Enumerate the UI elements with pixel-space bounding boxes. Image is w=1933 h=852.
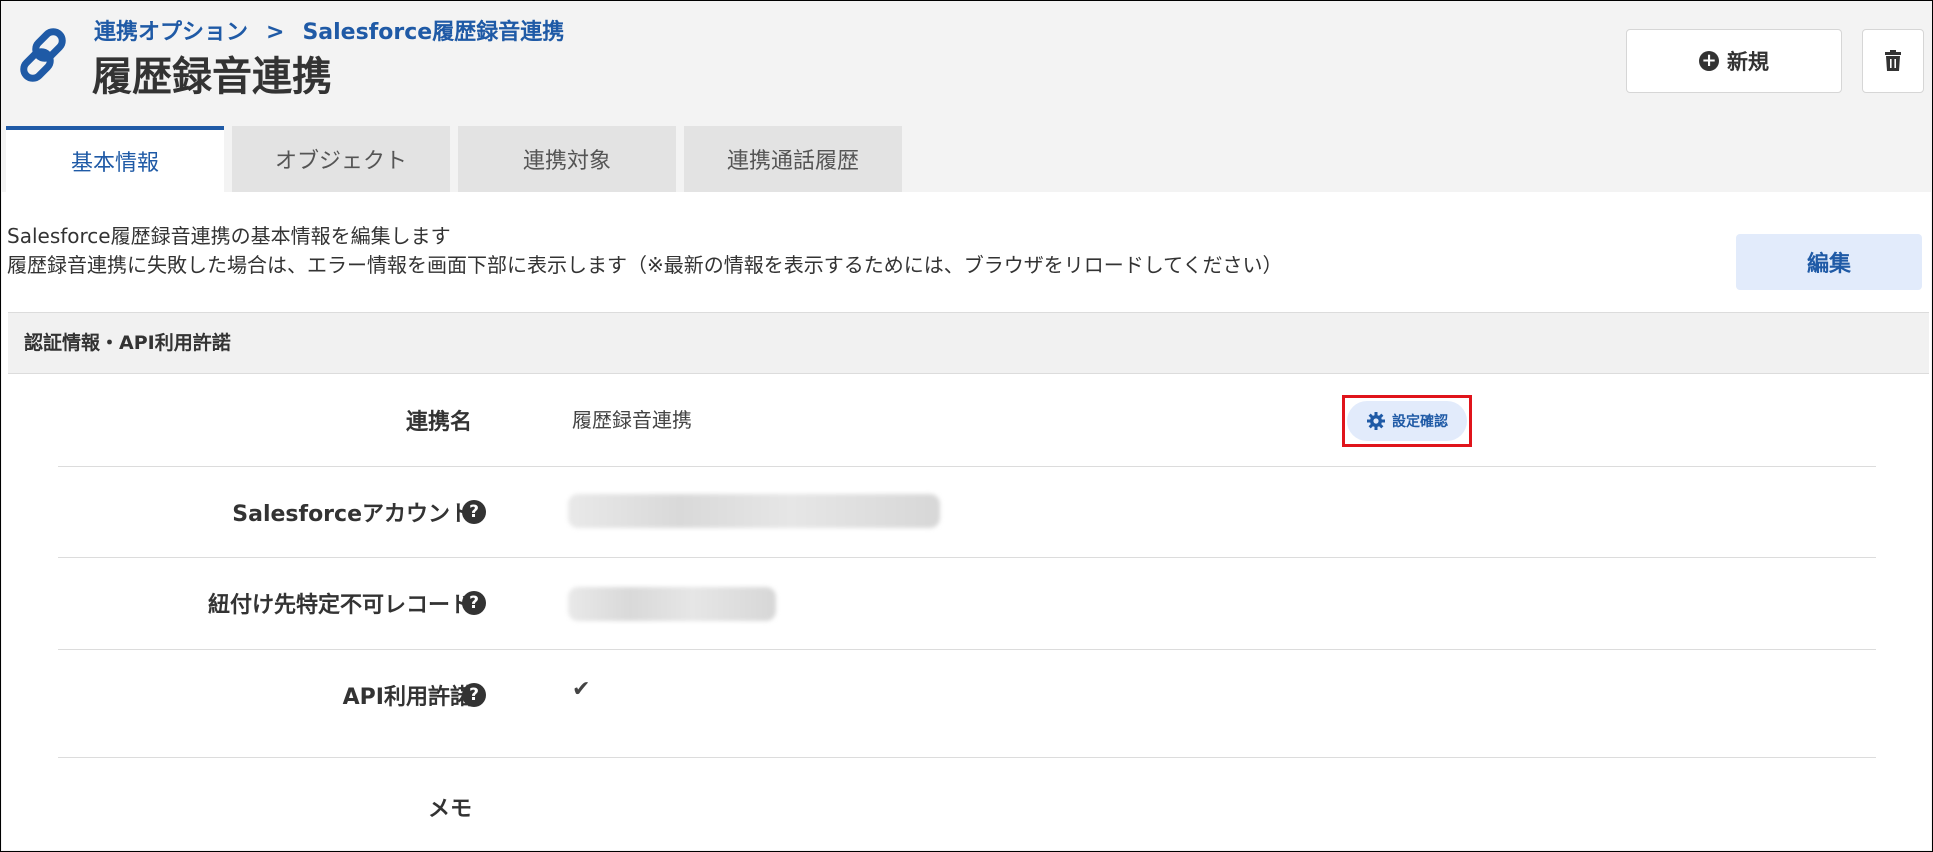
field-row-unlinked-record: 紐付け先特定不可レコード ? (58, 557, 1876, 650)
edit-button[interactable]: 編集 (1736, 234, 1922, 290)
field-row-salesforce-account: Salesforceアカウント ? (58, 466, 1876, 558)
description-line-2: 履歴録音連携に失敗した場合は、エラー情報を画面下部に表示します（※最新の情報を表… (7, 253, 1283, 277)
breadcrumb-parent-link[interactable]: 連携オプション (94, 20, 248, 45)
field-label: Salesforceアカウント (232, 502, 472, 527)
new-button-label: 新規 (1727, 50, 1769, 74)
check-icon: ✔ (572, 677, 591, 702)
question-circle-icon[interactable]: ? (462, 683, 486, 707)
tab-object[interactable]: オブジェクト (232, 126, 450, 192)
breadcrumb: 連携オプション > Salesforce履歴録音連携 (94, 14, 564, 46)
question-circle-icon[interactable]: ? (462, 591, 486, 615)
settings-confirm-label: 設定確認 (1392, 414, 1448, 430)
redacted-value (568, 494, 940, 528)
tab-basic-info[interactable]: 基本情報 (6, 126, 224, 192)
section-header: 認証情報・API利用許諾 (8, 312, 1929, 374)
delete-button[interactable] (1862, 29, 1924, 93)
redacted-value (568, 587, 776, 621)
page-title: 履歴録音連携 (92, 54, 332, 100)
settings-confirm-button[interactable]: 設定確認 (1347, 401, 1467, 441)
tab-targets[interactable]: 連携対象 (458, 126, 676, 192)
question-circle-icon[interactable]: ? (462, 500, 486, 524)
field-row-link-name: 連携名 履歴録音連携 設定確認 (58, 374, 1876, 467)
field-row-api-consent: API利用許諾 ? ✔ (58, 649, 1876, 758)
trash-icon (1885, 50, 1901, 71)
description: Salesforce履歴録音連携の基本情報を編集します 履歴録音連携に失敗した場… (7, 222, 1283, 280)
field-label: メモ (427, 797, 472, 822)
plus-circle-icon: + (1699, 51, 1719, 71)
gear-icon (1367, 412, 1385, 430)
new-button[interactable]: + 新規 (1626, 29, 1842, 93)
breadcrumb-separator: > (266, 20, 285, 45)
description-line-1: Salesforce履歴録音連携の基本情報を編集します (7, 224, 451, 248)
link-icon (14, 26, 74, 86)
field-label: API利用許諾 (342, 685, 472, 710)
breadcrumb-current[interactable]: Salesforce履歴録音連携 (302, 20, 564, 45)
tab-call-history[interactable]: 連携通話履歴 (684, 126, 902, 192)
field-value: 履歴録音連携 (572, 408, 692, 432)
field-label: 連携名 (405, 410, 472, 435)
field-label: 紐付け先特定不可レコード (207, 593, 472, 618)
field-row-memo: メモ (58, 757, 1876, 850)
content-panel: Salesforce履歴録音連携の基本情報を編集します 履歴録音連携に失敗した場… (2, 192, 1931, 850)
tab-bar: 基本情報 オブジェクト 連携対象 連携通話履歴 (6, 126, 902, 192)
highlight-box: 設定確認 (1342, 395, 1472, 447)
